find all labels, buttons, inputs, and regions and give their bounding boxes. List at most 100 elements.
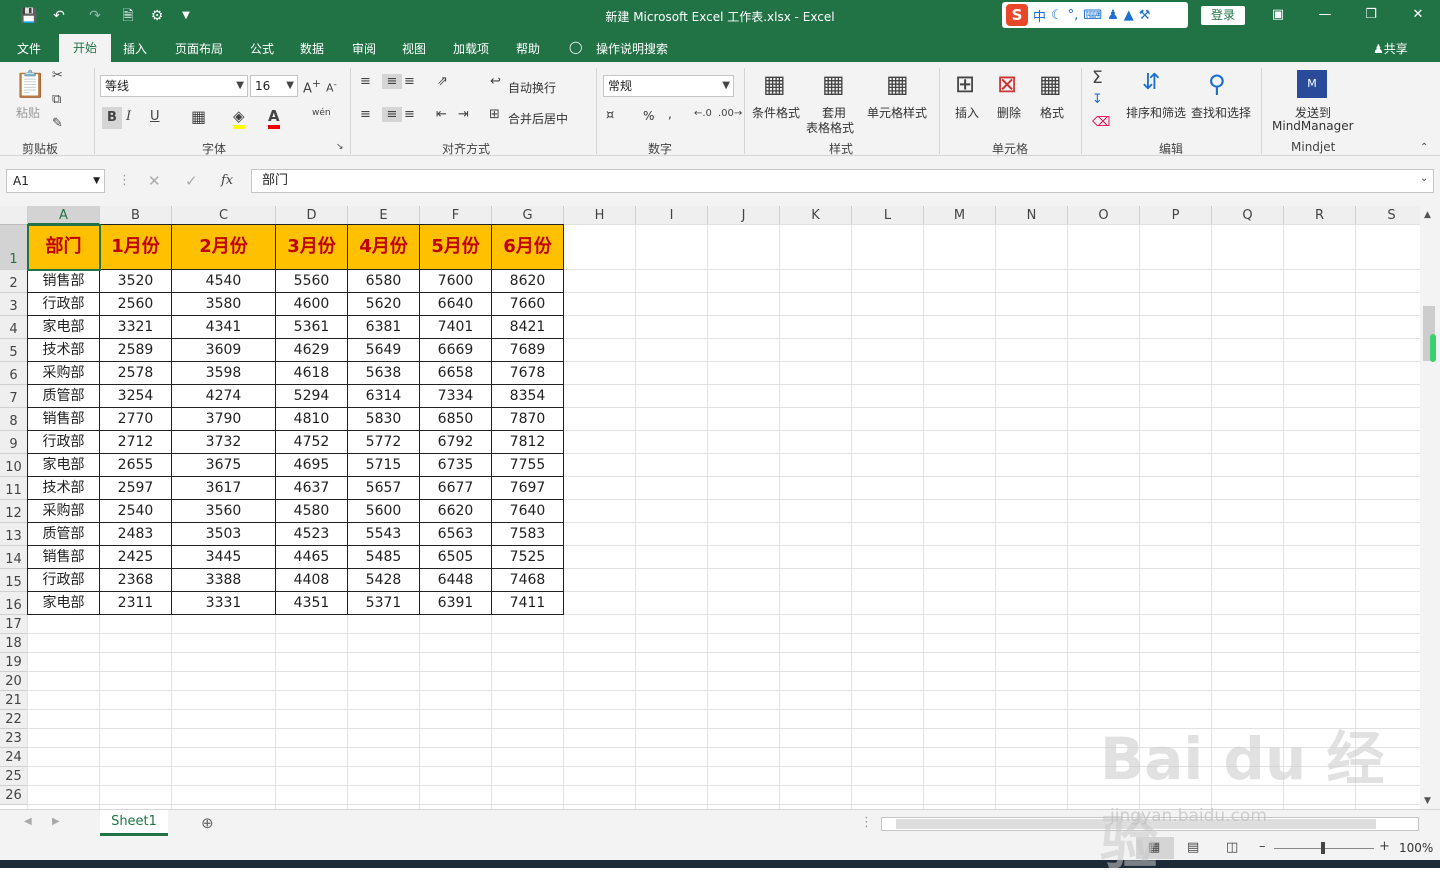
table-cell[interactable]: 3609	[172, 339, 276, 362]
row-header[interactable]: 4	[0, 316, 28, 339]
format-table-button[interactable]: 表格格式	[806, 119, 854, 136]
table-cell[interactable]: 采购部	[27, 362, 100, 385]
row-header[interactable]: 13	[0, 523, 28, 546]
table-cell[interactable]: 5294	[276, 385, 348, 408]
table-cell[interactable]: 6448	[420, 569, 492, 592]
table-cell[interactable]: 2425	[100, 546, 172, 569]
tab-page-layout[interactable]: 页面布局	[175, 40, 223, 57]
tab-file[interactable]: 文件	[17, 40, 41, 57]
row-header[interactable]: 7	[0, 385, 28, 408]
table-cell[interactable]: 7640	[492, 500, 564, 523]
table-cell[interactable]: 5543	[348, 523, 420, 546]
table-cell[interactable]: 6580	[348, 270, 420, 293]
table-cell[interactable]: 3560	[172, 500, 276, 523]
table-cell[interactable]: 6314	[348, 385, 420, 408]
shirt-icon[interactable]: ▲	[1124, 8, 1134, 23]
underline-button[interactable]: U	[150, 109, 160, 124]
tab-help[interactable]: 帮助	[516, 40, 540, 57]
zoom-level[interactable]: 100%	[1399, 841, 1433, 855]
table-cell[interactable]: 3254	[100, 385, 172, 408]
table-header-cell[interactable]: 1月份	[100, 224, 172, 270]
table-cell[interactable]: 5620	[348, 293, 420, 316]
table-cell[interactable]: 4540	[172, 270, 276, 293]
row-header[interactable]: 10	[0, 454, 28, 477]
table-cell[interactable]: 2483	[100, 523, 172, 546]
page-break-view-icon[interactable]: ◫	[1226, 840, 1238, 855]
conditional-format-button[interactable]: 条件格式	[752, 104, 800, 121]
table-cell[interactable]: 2578	[100, 362, 172, 385]
row-header[interactable]: 2	[0, 270, 28, 293]
table-cell[interactable]: 5649	[348, 339, 420, 362]
table-cell[interactable]: 4274	[172, 385, 276, 408]
column-header[interactable]: J	[708, 206, 780, 225]
insert-cells-button[interactable]: 插入	[955, 104, 979, 121]
table-cell[interactable]: 5830	[348, 408, 420, 431]
table-cell[interactable]: 6735	[420, 454, 492, 477]
column-header[interactable]: O	[1068, 206, 1140, 225]
tell-me-search[interactable]: 操作说明搜索	[596, 40, 668, 57]
table-cell[interactable]: 4629	[276, 339, 348, 362]
table-cell[interactable]: 6658	[420, 362, 492, 385]
table-cell[interactable]: 2655	[100, 454, 172, 477]
minimize-icon[interactable]: —	[1313, 5, 1337, 25]
currency-icon[interactable]: ¤	[606, 108, 614, 123]
align-middle-icon[interactable]: ≡	[382, 74, 402, 89]
paste-icon[interactable]: 📋	[14, 70, 46, 100]
fill-icon[interactable]: ↧	[1092, 92, 1103, 107]
table-cell[interactable]: 7583	[492, 523, 564, 546]
close-icon[interactable]: ✕	[1406, 5, 1430, 25]
delete-cells-icon[interactable]: ⊠	[997, 70, 1017, 98]
table-cell[interactable]: 3675	[172, 454, 276, 477]
column-header[interactable]: B	[100, 206, 172, 225]
sort-filter-icon[interactable]: ⇵	[1142, 70, 1160, 95]
font-dialog-launcher-icon[interactable]: ↘	[336, 142, 344, 152]
table-cell[interactable]: 7401	[420, 316, 492, 339]
table-cell[interactable]: 6677	[420, 477, 492, 500]
table-header-cell[interactable]: 2月份	[172, 224, 276, 270]
column-header[interactable]: I	[636, 206, 708, 225]
font-size-select[interactable]: 16 ▼	[250, 75, 298, 97]
column-header[interactable]: S	[1356, 206, 1420, 225]
decrease-indent-icon[interactable]: ⇤	[436, 107, 447, 122]
table-cell[interactable]: 6620	[420, 500, 492, 523]
merge-icon[interactable]: ⊞	[489, 107, 500, 122]
table-cell[interactable]: 5560	[276, 270, 348, 293]
table-cell[interactable]: 7411	[492, 592, 564, 615]
table-cell[interactable]: 8620	[492, 270, 564, 293]
table-header-cell[interactable]: 3月份	[276, 224, 348, 270]
row-header[interactable]: 3	[0, 293, 28, 316]
table-cell[interactable]: 6505	[420, 546, 492, 569]
scroll-down-icon[interactable]: ▼	[1424, 796, 1431, 806]
table-cell[interactable]: 7812	[492, 431, 564, 454]
table-cell[interactable]: 6792	[420, 431, 492, 454]
table-cell[interactable]: 8354	[492, 385, 564, 408]
number-format-select[interactable]: 常规 ▼	[603, 75, 734, 97]
moon-icon[interactable]: ☾	[1051, 8, 1063, 23]
italic-button[interactable]: I	[126, 109, 131, 124]
column-header[interactable]: C	[172, 206, 276, 225]
table-cell[interactable]: 8421	[492, 316, 564, 339]
insert-function-button[interactable]: fx	[221, 173, 233, 188]
mindmanager-icon[interactable]: M	[1297, 70, 1327, 98]
sort-filter-button[interactable]: 排序和筛选	[1126, 104, 1186, 121]
table-cell[interactable]: 4810	[276, 408, 348, 431]
row-header[interactable]: 14	[0, 546, 28, 569]
increase-decimal-icon[interactable]: ←.0	[694, 108, 712, 119]
decrease-font-icon[interactable]: A-	[326, 79, 337, 95]
row-header[interactable]: 25	[0, 767, 28, 786]
comma-button[interactable]: ,	[668, 107, 672, 121]
percent-button[interactable]: %	[643, 109, 654, 123]
align-center-icon[interactable]: ≡	[382, 107, 402, 122]
table-cell[interactable]: 2311	[100, 592, 172, 615]
table-cell[interactable]: 4637	[276, 477, 348, 500]
row-header[interactable]: 23	[0, 729, 28, 748]
table-cell[interactable]: 3321	[100, 316, 172, 339]
find-select-button[interactable]: 查找和选择	[1191, 104, 1251, 121]
table-cell[interactable]: 4341	[172, 316, 276, 339]
autosum-icon[interactable]: Σ	[1092, 68, 1103, 88]
orientation-icon[interactable]: ⇗	[437, 74, 448, 89]
prev-sheet-icon[interactable]: ◀	[24, 816, 32, 827]
user-icon[interactable]: ♟	[1107, 8, 1119, 23]
column-header[interactable]: H	[564, 206, 636, 225]
increase-indent-icon[interactable]: ⇥	[458, 107, 469, 122]
